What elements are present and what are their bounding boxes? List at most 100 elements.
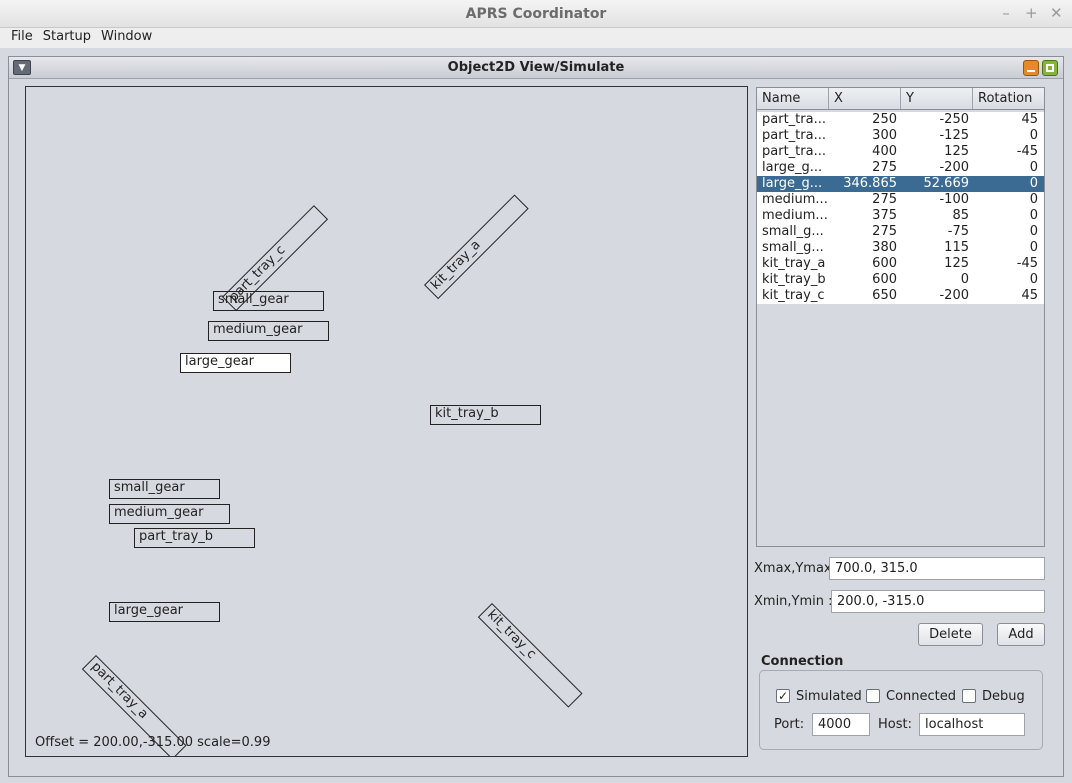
- table-cell-x: 300: [872, 128, 897, 143]
- table-cell-name: part_tra...: [762, 112, 826, 127]
- xmin-ymin-label: Xmin,Ymin :: [754, 594, 833, 609]
- maximize-icon[interactable]: +: [1025, 4, 1038, 22]
- object-part-tray-b[interactable]: part_tray_b: [134, 528, 255, 548]
- table-header: Name X Y Rotation: [757, 88, 1044, 110]
- table-cell-name: part_tra...: [762, 144, 826, 159]
- object-label: large_gear: [185, 354, 255, 369]
- table-cell-rot: 0: [1029, 128, 1038, 143]
- table-cell-x: 650: [872, 288, 897, 303]
- table-cell-y: 85: [952, 208, 969, 223]
- frame-minimize-icon[interactable]: [1023, 60, 1039, 76]
- table-row[interactable]: large_g... 346.865 52.669 0: [757, 176, 1044, 192]
- column-rotation[interactable]: Rotation: [973, 88, 1044, 109]
- close-icon[interactable]: ✕: [1050, 4, 1063, 22]
- object-small-gear-2[interactable]: small_gear: [109, 479, 220, 499]
- simulated-checkbox[interactable]: ✓: [776, 689, 790, 703]
- object-label: part_tray_b: [139, 529, 214, 544]
- port-label: Port:: [774, 717, 805, 732]
- table-row[interactable]: medium... 375 85 0: [757, 208, 1044, 224]
- object-label: medium_gear: [213, 322, 303, 337]
- table-row[interactable]: part_tra... 400 125 -45: [757, 144, 1044, 160]
- table-cell-x: 346.865: [843, 176, 897, 191]
- minimize-icon[interactable]: –: [1000, 4, 1012, 22]
- table-row[interactable]: part_tra... 250 -250 45: [757, 112, 1044, 128]
- table-cell-rot: 0: [1029, 240, 1038, 255]
- connection-panel: [759, 670, 1043, 750]
- menu-file[interactable]: File: [6, 28, 38, 48]
- table-row[interactable]: medium... 275 -100 0: [757, 192, 1044, 208]
- table-cell-x: 600: [872, 272, 897, 287]
- add-button[interactable]: Add: [997, 623, 1045, 646]
- object-kit-tray-b[interactable]: kit_tray_b: [430, 405, 541, 425]
- menu-window[interactable]: Window: [96, 28, 157, 48]
- table-cell-rot: 0: [1029, 176, 1038, 191]
- object-label: large_gear: [114, 603, 184, 618]
- table-cell-x: 275: [872, 160, 897, 175]
- table-cell-rot: 0: [1029, 192, 1038, 207]
- table-cell-rot: 0: [1029, 160, 1038, 175]
- object2d-canvas[interactable]: part_tray_c small_gear medium_gear large…: [25, 86, 748, 757]
- table-cell-y: -200: [939, 160, 969, 175]
- menubar: File Startup Window: [0, 28, 1072, 48]
- object-kit-tray-c[interactable]: kit_tray_c: [477, 603, 583, 708]
- frame-title: Object2D View/Simulate: [447, 60, 625, 75]
- xmax-ymax-field[interactable]: [829, 557, 1045, 580]
- table-row[interactable]: small_g... 275 -75 0: [757, 224, 1044, 240]
- connection-title: Connection: [761, 654, 844, 669]
- object-label: small_gear: [114, 480, 185, 495]
- table-cell-name: medium...: [762, 208, 828, 223]
- table-cell-rot: -45: [1016, 144, 1038, 159]
- frame-maximize-icon[interactable]: [1042, 60, 1058, 76]
- xmin-ymin-field[interactable]: [831, 590, 1045, 613]
- table-cell-rot: 0: [1029, 208, 1038, 223]
- table-cell-x: 400: [872, 144, 897, 159]
- object-label: kit_tray_b: [435, 406, 499, 421]
- table-cell-y: 125: [944, 256, 969, 271]
- object-large-gear-2[interactable]: large_gear: [109, 602, 220, 622]
- debug-checkbox[interactable]: [962, 689, 976, 703]
- table-cell-rot: 0: [1029, 272, 1038, 287]
- column-name[interactable]: Name: [757, 88, 829, 109]
- frame-titlebar: ▼ Object2D View/Simulate: [9, 57, 1063, 79]
- table-cell-name: part_tra...: [762, 128, 826, 143]
- object-label: kit_tray_a: [428, 237, 484, 293]
- object-label: kit_tray_c: [484, 607, 540, 663]
- table-cell-y: -75: [947, 224, 969, 239]
- window-controls: – + ✕: [1000, 4, 1062, 22]
- table-row[interactable]: large_g... 275 -200 0: [757, 160, 1044, 176]
- table-cell-y: -250: [939, 112, 969, 127]
- host-field[interactable]: [919, 713, 1025, 736]
- table-row[interactable]: small_g... 380 115 0: [757, 240, 1044, 256]
- table-row[interactable]: kit_tray_a 600 125 -45: [757, 256, 1044, 272]
- table-cell-name: kit_tray_b: [762, 272, 826, 287]
- menu-startup[interactable]: Startup: [38, 28, 96, 48]
- table-body: part_tra... 250 -250 45 part_tra... 300 -125 0 p…: [757, 112, 1044, 304]
- object-medium-gear-2[interactable]: medium_gear: [109, 504, 230, 524]
- object-label: small_gear: [218, 292, 289, 307]
- xmax-ymax-label: Xmax,Ymax: [754, 561, 832, 576]
- column-x[interactable]: X: [829, 88, 901, 109]
- table-cell-y: 125: [944, 144, 969, 159]
- table-cell-rot: -45: [1016, 256, 1038, 271]
- table-cell-y: 115: [944, 240, 969, 255]
- table-row[interactable]: kit_tray_b 600 0 0: [757, 272, 1044, 288]
- delete-button[interactable]: Delete: [918, 623, 983, 646]
- table-cell-y: -100: [939, 192, 969, 207]
- object-small-gear-1[interactable]: small_gear: [213, 291, 324, 311]
- connected-label: Connected: [886, 689, 957, 704]
- table-cell-x: 275: [872, 192, 897, 207]
- simulated-label: Simulated: [796, 689, 862, 704]
- table-cell-name: large_g...: [762, 176, 823, 191]
- table-row[interactable]: kit_tray_c 650 -200 45: [757, 288, 1044, 304]
- column-y[interactable]: Y: [901, 88, 973, 109]
- port-field[interactable]: [812, 713, 870, 736]
- connected-checkbox[interactable]: [866, 689, 880, 703]
- object-medium-gear-1[interactable]: medium_gear: [208, 321, 329, 341]
- objects-table[interactable]: Name X Y Rotation part_tra... 250 -250 45 pa…: [756, 87, 1045, 547]
- table-row[interactable]: part_tra... 300 -125 0: [757, 128, 1044, 144]
- object-large-gear-selected[interactable]: large_gear: [180, 353, 291, 373]
- window-title: APRS Coordinator: [465, 6, 607, 22]
- table-cell-name: small_g...: [762, 224, 824, 239]
- table-cell-name: kit_tray_c: [762, 288, 825, 303]
- object-kit-tray-a[interactable]: kit_tray_a: [424, 194, 529, 300]
